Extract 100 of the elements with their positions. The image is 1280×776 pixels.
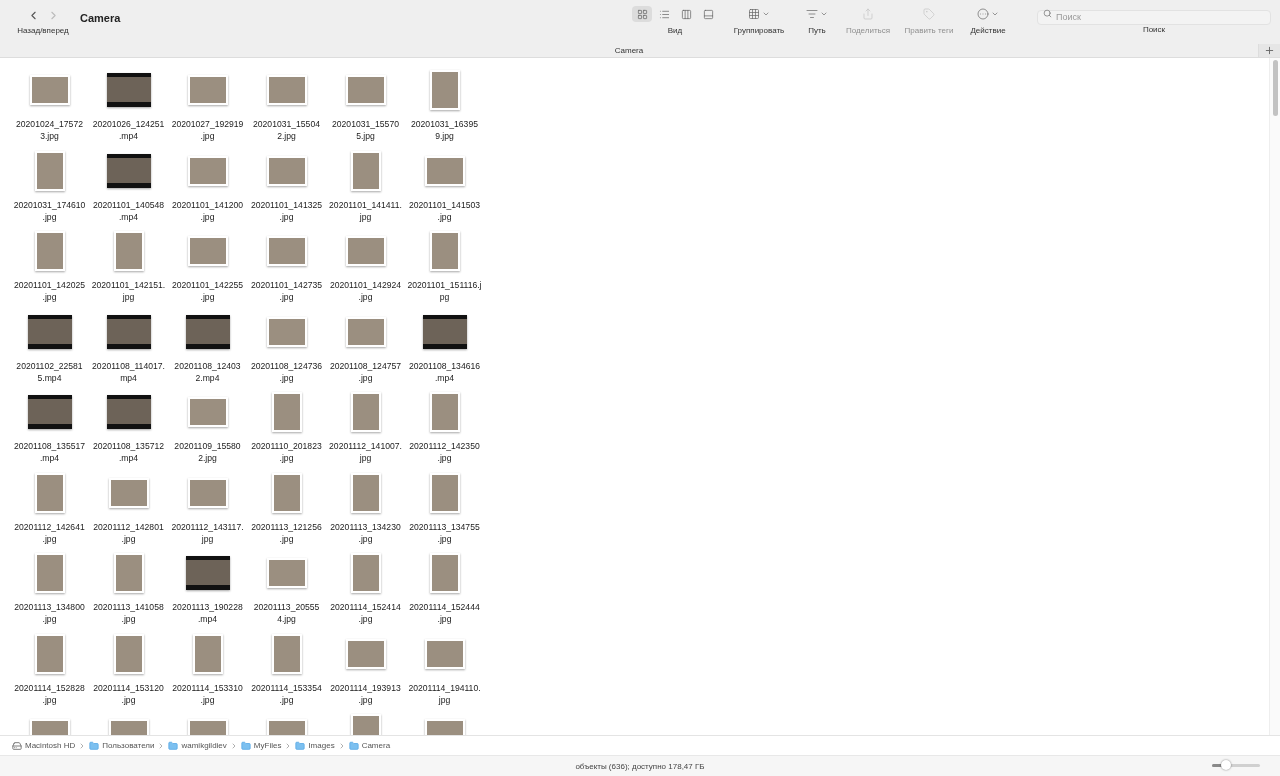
file-name: 20201031_174610 .jpg [13, 198, 86, 223]
photo-placeholder[interactable] [266, 236, 307, 266]
photo-placeholder[interactable] [266, 316, 307, 347]
file-name: 20201101_140548 .mp4 [92, 198, 165, 223]
photo-placeholder[interactable] [345, 236, 386, 266]
photo-placeholder[interactable] [192, 633, 223, 674]
file-name: 20201114_152444 .jpg [409, 601, 480, 625]
chevron-down-icon [762, 10, 770, 18]
file-name: 20201101_142151. jpg [91, 279, 166, 303]
photo-placeholder[interactable] [34, 231, 65, 271]
photo-placeholder[interactable] [345, 316, 386, 347]
photo-placeholder[interactable] [113, 231, 144, 271]
video-thumbnail[interactable] [106, 314, 151, 349]
photo-placeholder[interactable] [187, 397, 228, 427]
toolbar-label: Путь [808, 26, 826, 35]
video-thumbnail[interactable] [106, 73, 151, 107]
path-item[interactable]: MyFiles [240, 740, 282, 751]
video-thumbnail[interactable] [27, 395, 72, 429]
video-thumbnail[interactable] [185, 556, 230, 590]
plus-icon [1264, 45, 1275, 56]
file-name: 20201102_22581 5.mp4 [16, 359, 83, 384]
file-name: 20201112_143117. jpg [171, 520, 244, 545]
file-name: 20201110_201823 .jpg [251, 440, 322, 464]
file-name: 20201113_134800 .jpg [14, 601, 85, 625]
toolbar-label: Поиск [1142, 25, 1166, 34]
photo-placeholder[interactable] [29, 75, 70, 105]
scrollbar-thumb[interactable] [1272, 60, 1278, 116]
file-name: 20201101_142025 .jpg [13, 279, 86, 303]
photo-placeholder[interactable] [429, 70, 460, 110]
photo-placeholder[interactable] [271, 392, 302, 432]
toolbar-button[interactable] [977, 6, 999, 22]
photo-placeholder[interactable] [350, 150, 381, 191]
file-name: 20201108_12403 2.mp4 [174, 359, 241, 384]
photo-placeholder[interactable] [108, 477, 149, 508]
file-name: 20201027_192919 .jpg [171, 118, 244, 142]
video-thumbnail[interactable] [422, 314, 467, 349]
photo-placeholder[interactable] [34, 633, 65, 674]
photo-placeholder[interactable] [266, 75, 307, 105]
photo-placeholder[interactable] [187, 236, 228, 266]
photo-placeholder[interactable] [187, 155, 228, 186]
file-name: 20201101_142924 .jpg [329, 279, 402, 303]
photo-placeholder[interactable] [429, 472, 460, 513]
chevron-down-icon [991, 10, 999, 18]
photo-placeholder[interactable] [271, 472, 302, 513]
file-name: 20201026_124251 .mp4 [92, 118, 165, 142]
photo-placeholder[interactable] [34, 472, 65, 513]
toolbar-button[interactable] [748, 6, 770, 22]
video-thumbnail[interactable] [106, 395, 151, 429]
path-item[interactable]: wamikgildiev [168, 740, 227, 751]
file-name: 20201108_124757 .jpg [329, 359, 402, 384]
path-item[interactable]: Пользователи [89, 740, 155, 751]
photo-placeholder[interactable] [113, 553, 144, 593]
folder-icon [348, 740, 359, 751]
toolbar-label: Править теги [904, 26, 954, 35]
path-item[interactable]: Camera [348, 740, 391, 751]
photo-placeholder[interactable] [424, 638, 465, 669]
photo-placeholder[interactable] [266, 155, 307, 186]
file-name: 20201031_15570 5.jpg [332, 118, 399, 142]
window-title: Camera [80, 12, 121, 24]
tab-title[interactable]: Camera [0, 46, 1258, 55]
search-icon [1043, 9, 1052, 18]
video-thumbnail[interactable] [27, 314, 72, 349]
file-name: 20201113_141058 .jpg [93, 601, 164, 625]
photo-placeholder[interactable] [187, 75, 228, 105]
file-name: 20201108_114017. mp4 [92, 359, 165, 384]
view-mode-button[interactable] [632, 6, 652, 22]
photo-placeholder[interactable] [429, 231, 460, 271]
file-name: 20201112_142801 .jpg [93, 520, 164, 545]
file-name: 20201108_135712 .mp4 [92, 440, 165, 464]
photo-placeholder[interactable] [350, 553, 381, 593]
file-name: 20201108_135517 .mp4 [13, 440, 86, 464]
nav-label: Назад/вперед [17, 26, 69, 35]
file-name: 20201101_141503 .jpg [408, 198, 481, 223]
photo-placeholder[interactable] [345, 638, 386, 669]
photo-placeholder[interactable] [350, 472, 381, 513]
file-name: 20201101_141200 .jpg [171, 198, 244, 223]
file-name: 20201031_16395 9.jpg [411, 118, 478, 142]
file-name: 20201114_153354 .jpg [251, 681, 322, 706]
status-text: объекты (636); доступно 178,47 ГБ [575, 761, 705, 771]
file-name: 20201024_17572 3.jpg [16, 118, 83, 142]
path-item[interactable]: Macintosh HD [12, 740, 76, 751]
photo-placeholder[interactable] [429, 392, 460, 432]
folder-icon [168, 740, 179, 751]
video-thumbnail[interactable] [106, 153, 151, 188]
photo-placeholder[interactable] [266, 558, 307, 588]
new-tab-button[interactable] [1258, 44, 1280, 57]
photo-placeholder[interactable] [113, 633, 144, 674]
photo-placeholder[interactable] [429, 553, 460, 593]
photo-placeholder[interactable] [350, 392, 381, 432]
photo-placeholder[interactable] [271, 633, 302, 674]
search-field[interactable]: Поиск [1037, 9, 1271, 25]
photo-placeholder[interactable] [34, 553, 65, 593]
file-name: 20201101_141411. jpg [329, 198, 402, 223]
file-name: 20201101_142735 .jpg [250, 279, 323, 303]
video-thumbnail[interactable] [185, 314, 230, 349]
photo-placeholder[interactable] [424, 155, 465, 186]
path-item[interactable]: Images [295, 740, 335, 751]
photo-placeholder[interactable] [187, 477, 228, 508]
photo-placeholder[interactable] [34, 150, 65, 191]
photo-placeholder[interactable] [345, 75, 386, 105]
